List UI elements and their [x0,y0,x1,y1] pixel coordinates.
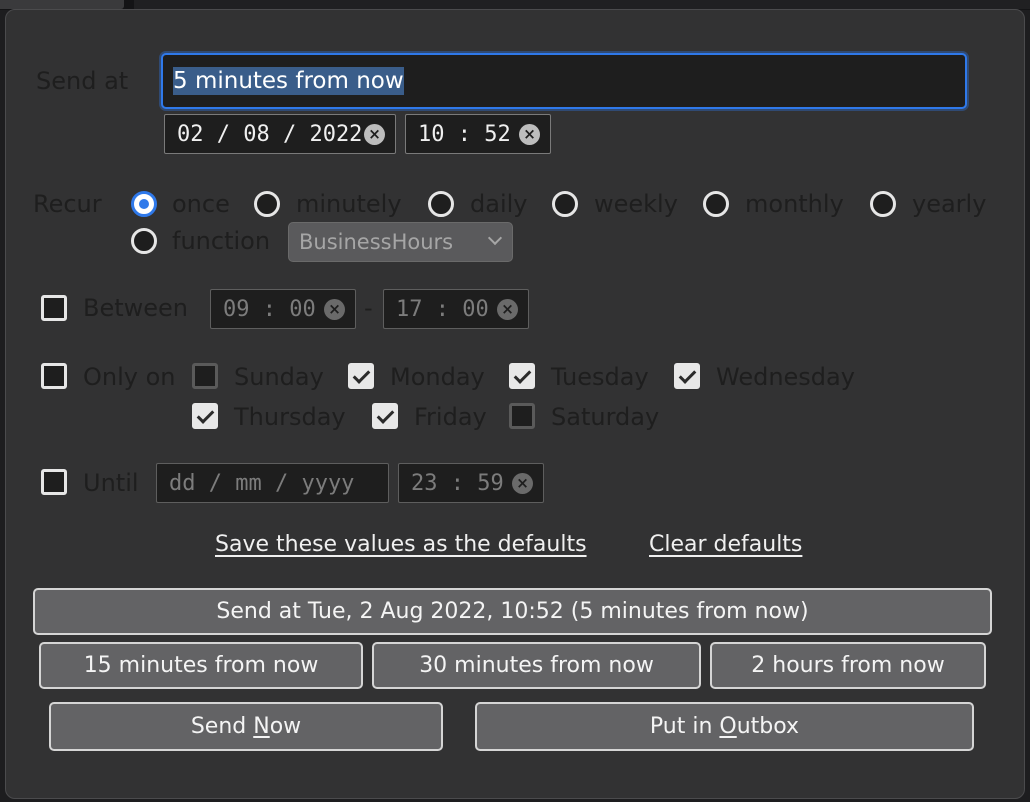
clear-time-icon[interactable]: × [519,124,540,145]
between-start-value: 09 : 00 [223,296,316,322]
recur-once-radio[interactable] [131,191,157,217]
wednesday-label: Wednesday [716,363,855,391]
between-separator: - [364,294,373,322]
recur-monthly-label: monthly [745,190,844,218]
until-date-placeholder: dd / mm / yyyy [169,470,355,496]
between-label: Between [83,294,189,322]
until-date-input[interactable]: dd / mm / yyyy [156,463,389,503]
send-at-scheduled-button[interactable]: Send at Tue, 2 Aug 2022, 10:52 (5 minute… [33,588,992,635]
send-later-dialog: Send at 5 minutes from now 02 / 08 / 202… [5,9,1025,799]
clear-start-time-icon[interactable]: × [324,299,345,320]
recur-minutely-radio[interactable] [254,191,280,217]
recur-monthly-radio[interactable] [703,191,729,217]
between-checkbox[interactable] [41,295,67,321]
send-at-label: Send at [36,67,129,95]
recur-function-radio[interactable] [131,228,157,254]
send-at-date-value: 02 / 08 / 2022 [177,121,363,147]
recur-yearly-label: yearly [912,190,987,218]
fifteen-minutes-button[interactable]: 15 minutes from now [39,642,363,689]
send-at-date-input[interactable]: 02 / 08 / 2022 × [164,114,396,154]
send-now-button[interactable]: Send Now [49,702,443,751]
recur-yearly-radio[interactable] [870,191,896,217]
monday-checkbox[interactable] [348,363,374,389]
thursday-label: Thursday [234,403,346,431]
monday-label: Monday [390,363,485,391]
saturday-label: Saturday [551,403,660,431]
two-hours-button[interactable]: 2 hours from now [710,642,986,689]
saturday-checkbox[interactable] [509,403,535,429]
friday-checkbox[interactable] [372,403,398,429]
background-tab [0,0,124,9]
recur-function-label: function [172,227,271,255]
outbox-label-pre: Put in [649,714,720,739]
until-time-value: 23 : 59 [411,470,504,496]
clear-date-icon[interactable]: × [364,124,385,145]
function-select-value: BusinessHours [299,230,454,254]
thirty-minutes-button[interactable]: 30 minutes from now [372,642,701,689]
put-in-outbox-button[interactable]: Put in Outbox [475,702,974,751]
send-at-time-value: 10 : 52 [418,121,511,147]
wednesday-checkbox[interactable] [674,363,700,389]
function-select[interactable]: BusinessHours [288,222,513,262]
recur-once-label: once [172,190,230,218]
send-at-text-value: 5 minutes from now [173,67,404,95]
clear-until-time-icon[interactable]: × [512,473,533,494]
send-now-label-post: ow [269,714,302,739]
friday-label: Friday [414,403,487,431]
only-on-checkbox[interactable] [41,363,67,389]
between-start-time-input[interactable]: 09 : 00 × [210,289,356,329]
send-at-text-input[interactable]: 5 minutes from now [161,53,967,109]
send-at-time-input[interactable]: 10 : 52 × [405,114,551,154]
outbox-label-post: utbox [736,714,800,739]
recur-label: Recur [33,190,102,218]
recur-daily-radio[interactable] [428,191,454,217]
recur-minutely-label: minutely [296,190,402,218]
sunday-checkbox[interactable] [192,363,218,389]
chevron-down-icon [487,230,503,246]
recur-weekly-label: weekly [594,190,678,218]
thursday-checkbox[interactable] [192,403,218,429]
until-checkbox[interactable] [41,469,67,495]
recur-daily-label: daily [470,190,528,218]
tuesday-checkbox[interactable] [509,363,535,389]
clear-end-time-icon[interactable]: × [497,299,518,320]
save-defaults-link[interactable]: Save these values as the defaults [215,532,587,557]
clear-defaults-link[interactable]: Clear defaults [649,532,802,557]
sunday-label: Sunday [234,363,324,391]
between-end-value: 17 : 00 [396,296,489,322]
tuesday-label: Tuesday [551,363,649,391]
background-toolbar [134,0,1030,9]
only-on-label: Only on [83,363,176,391]
until-time-input[interactable]: 23 : 59 × [398,463,544,503]
outbox-accesskey: O [719,714,737,739]
send-now-accesskey: N [253,714,270,739]
send-now-label-pre: Send [190,714,254,739]
until-label: Until [83,469,139,497]
between-end-time-input[interactable]: 17 : 00 × [383,289,529,329]
recur-weekly-radio[interactable] [552,191,578,217]
